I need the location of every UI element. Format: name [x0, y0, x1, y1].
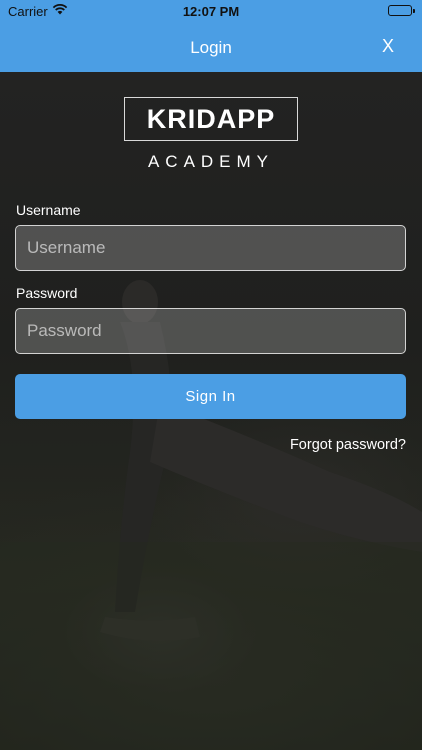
login-content: KRIDAPP ACADEMY Username Password Sign I… [0, 72, 422, 750]
navigation-header: Carrier 12:07 PM Login X [0, 0, 422, 72]
forgot-password-link[interactable]: Forgot password? [290, 437, 406, 453]
sign-in-button[interactable]: Sign In [15, 374, 406, 419]
page-title: Login [190, 38, 232, 57]
close-button[interactable]: X [378, 36, 398, 58]
password-input[interactable] [15, 308, 406, 354]
password-label: Password [16, 285, 78, 301]
username-label: Username [16, 202, 81, 218]
username-input[interactable] [15, 225, 406, 271]
battery-icon [388, 5, 415, 16]
logo: KRIDAPP [124, 97, 298, 141]
logo-subtitle: ACADEMY [147, 152, 275, 171]
clock: 12:07 PM [182, 4, 240, 19]
status-bar: Carrier 12:07 PM [0, 0, 422, 22]
